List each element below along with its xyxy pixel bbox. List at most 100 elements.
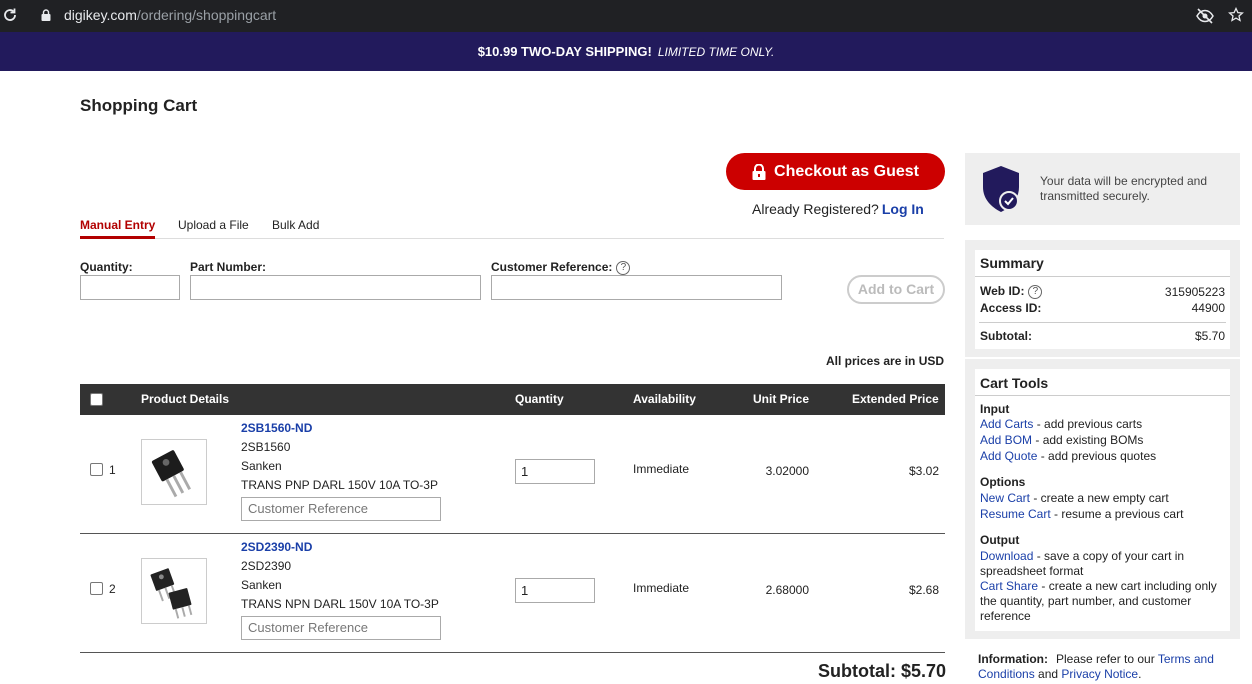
- row-customer-reference-input[interactable]: Customer Reference: [241, 616, 441, 640]
- customer-reference-text: Customer Reference:: [491, 260, 613, 274]
- row-quantity-input[interactable]: 1: [515, 459, 595, 484]
- divider: [979, 322, 1226, 323]
- row-checkbox[interactable]: [90, 582, 103, 595]
- row-customer-reference-input[interactable]: Customer Reference: [241, 497, 441, 521]
- add-quote-desc: - add previous quotes: [1037, 449, 1157, 463]
- resume-cart-item: Resume Cart - resume a previous cart: [980, 507, 1228, 522]
- product-description: TRANS PNP DARL 150V 10A TO-3P: [241, 478, 438, 492]
- tab-manual-entry[interactable]: Manual Entry: [80, 218, 156, 239]
- part-number-link[interactable]: 2SB1560-ND: [241, 421, 312, 435]
- add-bom-link[interactable]: Add BOM: [980, 433, 1032, 447]
- download-link[interactable]: Download: [980, 549, 1033, 563]
- url-path: /ordering/shoppingcart: [136, 7, 277, 23]
- manufacturer: Sanken: [241, 578, 282, 592]
- options-heading: Options: [980, 475, 1026, 489]
- web-id-label-text: Web ID:: [980, 284, 1025, 298]
- entry-tabs: Manual Entry Upload a File Bulk Add: [80, 216, 944, 239]
- transistor-image: [151, 450, 191, 498]
- manufacturer: Sanken: [241, 459, 282, 473]
- part-number-label: Part Number:: [190, 260, 267, 274]
- add-quote-item: Add Quote - add previous quotes: [980, 449, 1228, 464]
- add-carts-link[interactable]: Add Carts: [980, 417, 1033, 431]
- cart-tools-panel: Cart Tools Input Add Carts - add previou…: [965, 359, 1240, 639]
- access-id-label: Access ID:: [980, 301, 1042, 315]
- summary-subtotal-label: Subtotal:: [980, 329, 1032, 343]
- availability: Immediate: [633, 462, 690, 476]
- part-number-input[interactable]: [190, 275, 481, 300]
- header-unit-price: Unit Price: [753, 392, 810, 406]
- cart-share-item: Cart Share - create a new cart including…: [980, 579, 1228, 624]
- shield-check-icon: [983, 166, 1019, 212]
- tab-bulk-add[interactable]: Bulk Add: [272, 218, 319, 232]
- reload-icon[interactable]: [2, 7, 18, 23]
- new-cart-item: New Cart - create a new empty cart: [980, 491, 1228, 506]
- product-thumbnail[interactable]: [141, 439, 207, 505]
- help-icon[interactable]: ?: [1028, 284, 1043, 299]
- input-heading: Input: [980, 402, 1010, 416]
- eye-slash-icon[interactable]: [1196, 8, 1214, 24]
- help-icon[interactable]: ?: [616, 260, 631, 275]
- information-text: Please refer to our: [1056, 652, 1158, 666]
- promo-banner[interactable]: $10.99 TWO-DAY SHIPPING! LIMITED TIME ONL…: [0, 32, 1252, 71]
- row-checkbox[interactable]: [90, 463, 103, 476]
- checkout-label: Checkout as Guest: [774, 162, 919, 180]
- cart-tools-card: Cart Tools Input Add Carts - add previou…: [975, 369, 1230, 631]
- web-id-value: 315905223: [1164, 285, 1225, 299]
- output-heading: Output: [980, 533, 1020, 547]
- add-carts-item: Add Carts - add previous carts: [980, 417, 1228, 432]
- add-bom-item: Add BOM - add existing BOMs: [980, 433, 1228, 448]
- divider: [975, 276, 1230, 277]
- address-bar[interactable]: digikey.com/ordering/shoppingcart: [64, 7, 276, 23]
- customer-reference-label: Customer Reference:?: [491, 260, 631, 275]
- select-all-checkbox[interactable]: [90, 393, 103, 406]
- resume-cart-link[interactable]: Resume Cart: [980, 507, 1051, 521]
- information-end: .: [1138, 667, 1142, 681]
- new-cart-link[interactable]: New Cart: [980, 491, 1030, 505]
- new-cart-desc: - create a new empty cart: [1030, 491, 1169, 505]
- cart-share-link[interactable]: Cart Share: [980, 579, 1038, 593]
- resume-cart-desc: - resume a previous cart: [1050, 507, 1184, 521]
- already-registered: Already Registered? Log In: [752, 201, 924, 217]
- quantity-label: Quantity:: [80, 260, 133, 274]
- summary-title: Summary: [980, 255, 1044, 271]
- promo-headline: $10.99 TWO-DAY SHIPPING!: [477, 44, 652, 59]
- quantity-input[interactable]: [80, 275, 180, 300]
- checkout-as-guest-button[interactable]: Checkout as Guest: [726, 153, 945, 190]
- cart-table-header: Product Details Quantity Availability Un…: [80, 384, 945, 415]
- unit-price: 3.02000: [765, 464, 809, 478]
- login-link[interactable]: Log In: [882, 201, 924, 217]
- part-number-link[interactable]: 2SD2390-ND: [241, 540, 312, 554]
- row-quantity-input[interactable]: 1: [515, 578, 595, 603]
- product-thumbnail[interactable]: [141, 558, 207, 624]
- tab-upload-file[interactable]: Upload a File: [178, 218, 249, 232]
- row-number: 2: [109, 582, 116, 596]
- product-description: TRANS NPN DARL 150V 10A TO-3P: [241, 597, 439, 611]
- information-and: and: [1034, 667, 1062, 681]
- availability: Immediate: [633, 581, 690, 595]
- privacy-link[interactable]: Privacy Notice: [1061, 667, 1138, 681]
- cart-subtotal: Subtotal: $5.70: [818, 661, 947, 681]
- summary-panel: Summary Web ID:? 315905223 Access ID: 44…: [965, 240, 1240, 357]
- download-item: Download - save a copy of your cart in s…: [980, 549, 1228, 579]
- security-text: Your data will be encrypted and transmit…: [1040, 174, 1208, 203]
- information-label: Information:: [978, 652, 1048, 666]
- page-title: Shopping Cart: [80, 96, 198, 115]
- header-product-details: Product Details: [141, 392, 230, 406]
- promo-subline: LIMITED TIME ONLY.: [657, 45, 775, 59]
- header-availability: Availability: [633, 392, 696, 406]
- table-row: 1 2SB1560-ND 2SB1560 Sanken TRANS PNP DA…: [80, 415, 945, 534]
- extended-price: $2.68: [908, 583, 939, 597]
- bookmark-star-icon[interactable]: [1228, 7, 1244, 23]
- summary-subtotal-value: $5.70: [1194, 329, 1225, 343]
- add-to-cart-button[interactable]: Add to Cart: [847, 275, 945, 304]
- row-number: 1: [109, 463, 116, 477]
- unit-price: 2.68000: [765, 583, 809, 597]
- customer-reference-input[interactable]: [491, 275, 782, 300]
- information-notice: Information: Please refer to our Terms an…: [978, 652, 1238, 682]
- add-quote-link[interactable]: Add Quote: [980, 449, 1037, 463]
- padlock-icon: [752, 163, 766, 180]
- url-domain: digikey.com: [64, 7, 137, 23]
- lock-icon[interactable]: [41, 9, 51, 21]
- divider: [975, 395, 1230, 396]
- summary-card: Summary Web ID:? 315905223 Access ID: 44…: [975, 250, 1230, 349]
